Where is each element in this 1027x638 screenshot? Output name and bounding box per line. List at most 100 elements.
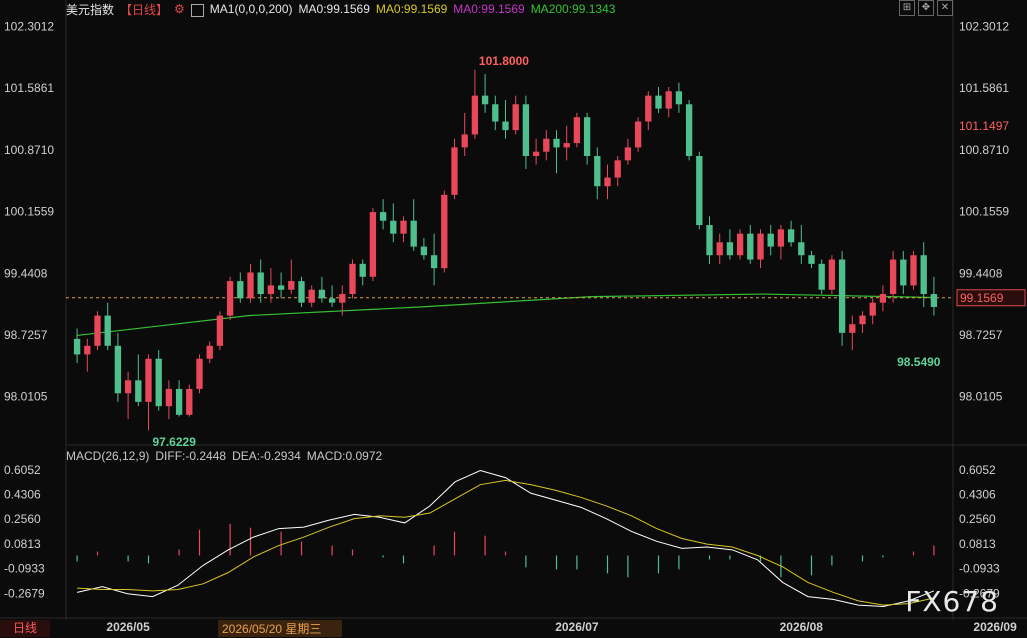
date-tick: 2026/08: [780, 620, 824, 634]
price-tick-right: 99.4408: [959, 266, 1003, 280]
candle-body: [267, 285, 275, 295]
dea-line: [77, 479, 935, 606]
move-icon[interactable]: ✥: [918, 0, 934, 16]
candle-body: [614, 160, 621, 178]
candle-body: [165, 388, 173, 407]
candle-body: [696, 156, 703, 226]
instrument-name[interactable]: 美元指数: [66, 1, 114, 18]
candle-body: [655, 95, 662, 109]
price-tick-left: 100.8710: [4, 143, 54, 157]
candle-body: [135, 380, 142, 402]
candle-body: [777, 229, 785, 247]
candle-body: [430, 255, 438, 269]
candle-body: [186, 388, 193, 415]
candle-body: [583, 117, 591, 157]
candle-body: [175, 388, 183, 415]
date-tick: 2026/09: [973, 620, 1017, 634]
chart-header: 美元指数 【日线】 ⚙ MA1(0,0,0,200) MA0:99.1569 M…: [66, 1, 615, 17]
candle-body: [226, 281, 234, 316]
tab-daily[interactable]: 日线: [0, 620, 50, 637]
macd-dea: DEA:-0.2934: [232, 449, 301, 463]
candle-body: [869, 302, 876, 316]
candle-body: [502, 121, 509, 131]
candle-body: [379, 212, 387, 221]
candle-body: [736, 233, 744, 256]
macd-tick-left: 0.0813: [4, 537, 41, 551]
candle-body: [124, 380, 132, 394]
ma200-value: MA200:99.1343: [530, 2, 616, 16]
candle-body: [206, 345, 213, 359]
price-annotation: 98.5490: [897, 355, 941, 369]
macd-tick-left: -0.0933: [4, 562, 45, 576]
macd-value: MACD:0.0972: [306, 449, 383, 463]
dif-line: [76, 469, 935, 608]
macd-title: MACD(26,12,9): [66, 449, 150, 463]
candle-body: [726, 242, 734, 256]
candle-body: [787, 229, 795, 243]
crosshair-icon[interactable]: ⊞: [899, 0, 915, 16]
candle-body: [767, 233, 774, 247]
candle-body: [553, 138, 560, 148]
candle-body: [298, 281, 305, 303]
macd-tick-left: -0.2679: [4, 586, 45, 600]
candle-body: [900, 259, 907, 286]
candle-body: [247, 272, 254, 299]
candle-body: [257, 272, 264, 295]
settings-icon[interactable]: ⚙: [174, 2, 185, 16]
candle-body: [685, 104, 693, 157]
prev-high-label: 101.1497: [959, 119, 1009, 133]
price-tick-right: 98.7257: [959, 328, 1003, 342]
candle-body: [624, 147, 632, 161]
macd-header: MACD(26,12,9) DIFF:-0.2448 DEA:-0.2934 M…: [66, 449, 382, 463]
candle-body: [339, 294, 346, 303]
period-label[interactable]: 【日线】: [120, 1, 168, 18]
candle-body: [104, 315, 111, 346]
candle-body: [522, 104, 530, 157]
candle-body: [492, 104, 499, 122]
candle-body: [451, 147, 458, 195]
candle-body: [543, 138, 550, 152]
current-price-label: 99.1569: [960, 291, 1004, 305]
candle-body: [481, 95, 489, 105]
date-tick: 2026/05: [106, 620, 150, 634]
macd-tick-right: 0.0813: [959, 537, 996, 551]
watermark: FX678: [905, 585, 999, 618]
price-tick-left: 98.7257: [4, 328, 48, 342]
candle-body: [94, 315, 101, 346]
candle-body: [757, 233, 764, 260]
price-tick-right: 102.3012: [959, 20, 1009, 34]
candle-body: [716, 242, 723, 256]
price-tick-right: 98.0105: [959, 390, 1003, 404]
crosshair-date: 2026/05/20 星期三: [222, 622, 321, 636]
candle-body: [471, 95, 479, 135]
candle-body: [349, 263, 356, 295]
candle-body: [808, 255, 815, 264]
candle-body: [237, 281, 244, 299]
candle-body: [441, 194, 448, 269]
candle-body: [849, 324, 856, 333]
candle-body: [390, 220, 397, 234]
window-controls: ⊞ ✥ ✕: [899, 0, 953, 16]
candle-body: [155, 358, 162, 407]
candle-body: [369, 212, 377, 277]
candle-body: [573, 117, 581, 144]
ma-params: MA1(0,0,0,200): [209, 2, 293, 16]
macd-tick-left: 0.4306: [4, 487, 41, 501]
ma0-magenta: MA0:99.1569: [453, 2, 525, 16]
candle-body: [675, 91, 683, 105]
price-tick-left: 101.5861: [4, 81, 54, 95]
macd-tick-left: 0.6052: [4, 463, 41, 477]
candle-body: [818, 263, 825, 290]
candle-body: [747, 233, 754, 260]
candle-body: [318, 289, 326, 299]
candle-body: [798, 242, 805, 256]
candle-body: [634, 121, 642, 148]
close-icon[interactable]: ✕: [937, 0, 953, 16]
indicator-icon[interactable]: [190, 3, 204, 17]
price-tick-left: 98.0105: [4, 390, 48, 404]
macd-tick-right: 0.6052: [959, 463, 996, 477]
candle-body: [461, 134, 468, 148]
ma200-line: [77, 293, 934, 337]
price-tick-right: 100.8710: [959, 143, 1009, 157]
candle-body: [859, 315, 866, 325]
